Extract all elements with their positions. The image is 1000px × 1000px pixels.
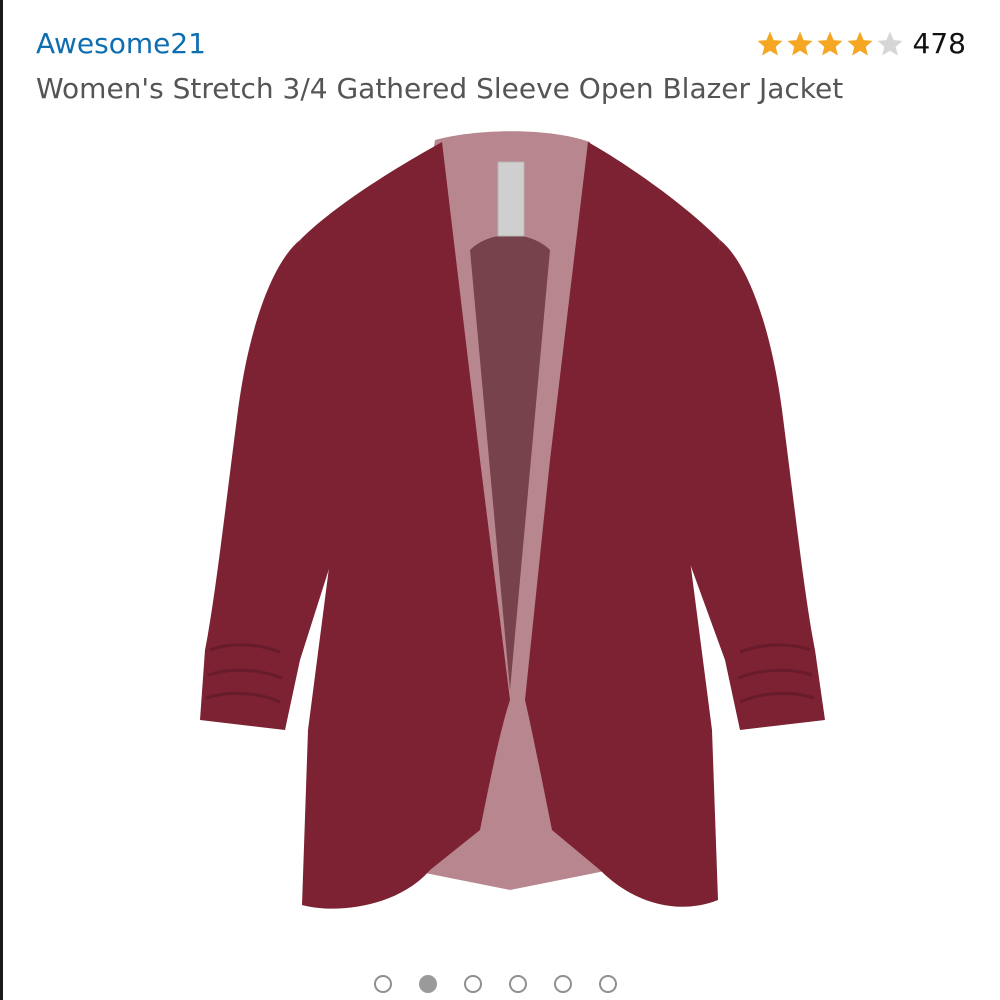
carousel-dot[interactable] [599,975,617,993]
carousel-indicator [374,972,617,996]
star-icon [757,31,783,56]
star-icon [877,31,903,56]
carousel-dot[interactable] [419,975,437,993]
review-count: 478 [912,27,966,60]
product-title: Women's Stretch 3/4 Gathered Sleeve Open… [36,72,844,105]
brand-link[interactable]: Awesome21 [36,26,206,62]
star-icon [817,31,843,56]
carousel-dot[interactable] [464,975,482,993]
star-icon [847,31,873,56]
carousel-dot[interactable] [374,975,392,993]
star-icon [787,31,813,56]
rating-summary[interactable]: 478 [755,26,966,62]
star-rating [755,29,905,59]
product-image[interactable] [180,130,840,930]
carousel-dot[interactable] [509,975,527,993]
carousel-dot[interactable] [554,975,572,993]
left-border [0,0,3,1000]
